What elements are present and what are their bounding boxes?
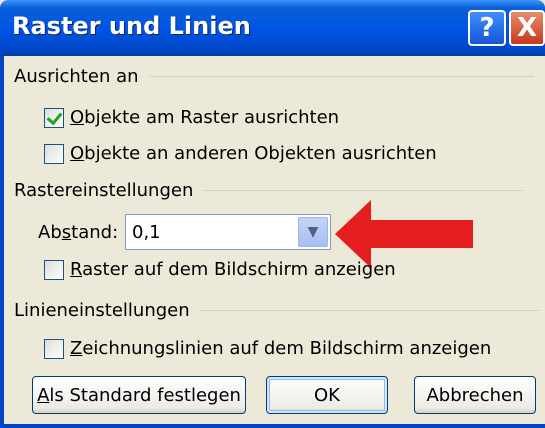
group-lines-header: Linieneinstellungen xyxy=(14,300,540,321)
title-bar[interactable]: Raster und Linien ? X xyxy=(0,0,545,56)
ok-button[interactable]: OK xyxy=(266,376,388,414)
show-grid-option[interactable]: Raster auf dem Bildschirm anzeigen xyxy=(44,259,396,280)
show-lines-option[interactable]: Zeichnungslinien auf dem Bildschirm anze… xyxy=(44,338,491,359)
ok-label: OK xyxy=(314,384,340,406)
group-align-header: Ausrichten an xyxy=(14,66,534,87)
window-frame-left xyxy=(0,56,4,428)
group-align-title: Ausrichten an xyxy=(14,66,139,87)
snap-to-grid-option[interactable]: Objekte am Raster ausrichten xyxy=(44,107,339,128)
cancel-label: Abbrechen xyxy=(426,384,524,406)
group-divider xyxy=(199,310,540,311)
group-grid-title: Rastereinstellungen xyxy=(14,180,194,201)
snap-to-objects-label: Objekte an anderen Objekten ausrichten xyxy=(70,143,437,164)
window-title: Raster und Linien xyxy=(12,12,251,40)
show-lines-label: Zeichnungslinien auf dem Bildschirm anze… xyxy=(70,338,492,359)
group-lines-title: Linieneinstellungen xyxy=(14,300,190,321)
close-icon: X xyxy=(516,13,538,43)
show-lines-checkbox[interactable] xyxy=(44,338,64,359)
snap-to-grid-checkbox[interactable] xyxy=(44,107,64,128)
group-divider xyxy=(148,76,534,77)
snap-to-objects-checkbox[interactable] xyxy=(44,143,64,164)
help-icon: ? xyxy=(479,13,495,43)
show-grid-checkbox[interactable] xyxy=(44,259,64,280)
window-frame-bottom xyxy=(0,424,545,428)
spacing-combobox[interactable]: 0,1 ▼ xyxy=(125,214,331,250)
chevron-down-icon[interactable]: ▼ xyxy=(298,217,328,247)
set-default-label: Als Standard festlegen xyxy=(37,384,241,406)
help-button[interactable]: ? xyxy=(468,10,506,46)
snap-to-objects-option[interactable]: Objekte an anderen Objekten ausrichten xyxy=(44,143,437,164)
cancel-button[interactable]: Abbrechen xyxy=(414,376,536,414)
spacing-value[interactable]: 0,1 xyxy=(132,222,161,243)
set-default-button[interactable]: Als Standard festlegen xyxy=(32,376,246,414)
spacing-label: Abstand: xyxy=(38,222,119,243)
close-button[interactable]: X xyxy=(509,10,545,46)
show-grid-label: Raster auf dem Bildschirm anzeigen xyxy=(70,259,396,280)
snap-to-grid-label: Objekte am Raster ausrichten xyxy=(70,107,340,128)
group-divider xyxy=(203,190,524,191)
